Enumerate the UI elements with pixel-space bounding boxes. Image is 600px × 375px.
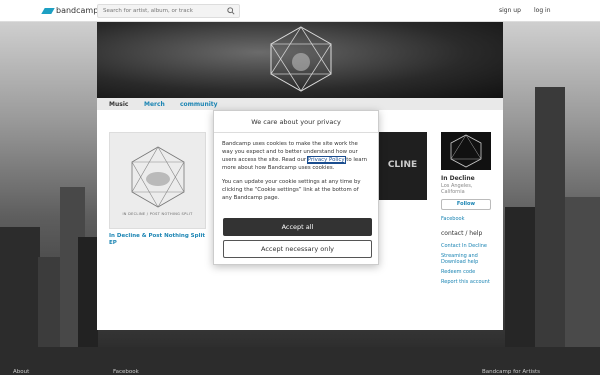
band-location: Los Angeles, California	[441, 183, 473, 195]
album-title-link[interactable]: In Decline & Post Nothing Split EP	[109, 233, 209, 247]
album-cover[interactable]: IN DECLINE / POST NOTHING SPLIT	[109, 132, 206, 229]
accept-necessary-button[interactable]: Accept necessary only	[223, 240, 372, 258]
cookie-description: Bandcamp uses cookies to make the site w…	[222, 141, 368, 171]
footer-facebook-link[interactable]: Facebook	[113, 369, 139, 375]
footer-about-link[interactable]: About	[13, 369, 29, 375]
album-2-cover-text: CLINE	[387, 160, 418, 170]
logo-text: bandcamp	[56, 6, 99, 15]
band-name[interactable]: In Decline	[441, 175, 497, 182]
tab-music[interactable]: Music	[109, 101, 128, 108]
bandcamp-logo-icon	[41, 7, 55, 14]
band-photo[interactable]	[441, 132, 491, 170]
band-sidebar: In Decline Los Angeles, California Follo…	[441, 132, 497, 285]
cookie-settings-note: You can update your cookie settings at a…	[222, 179, 361, 201]
band-photo-emblem-icon	[450, 134, 482, 168]
accept-all-button[interactable]: Accept all	[223, 218, 372, 236]
follow-button[interactable]: Follow	[441, 199, 491, 210]
signup-link[interactable]: sign up	[499, 7, 521, 14]
dialog-title: We care about your privacy	[214, 111, 378, 133]
footer-artists-link[interactable]: Bandcamp for Artists	[482, 369, 540, 375]
cookie-consent-dialog: We care about your privacy Bandcamp uses…	[213, 110, 379, 265]
report-account-link[interactable]: Report this account	[441, 279, 497, 285]
contact-band-link[interactable]: Contact In Decline	[441, 243, 497, 249]
login-link[interactable]: log in	[534, 7, 551, 14]
album-cover-caption: IN DECLINE / POST NOTHING SPLIT	[122, 212, 193, 216]
facebook-link[interactable]: Facebook	[441, 216, 497, 222]
footer: About Facebook Bandcamp for Artists	[0, 347, 600, 375]
contact-help-heading: contact / help	[441, 230, 483, 237]
bandcamp-logo[interactable]: bandcamp	[41, 6, 99, 15]
redeem-code-link[interactable]: Redeem code	[441, 269, 497, 275]
album-cover-2[interactable]: CLINE	[378, 132, 427, 200]
search-input[interactable]	[98, 5, 218, 17]
search-box	[97, 4, 240, 18]
band-header-image	[97, 22, 503, 98]
band-emblem-icon	[270, 26, 332, 92]
tab-bar: Music Merch community	[97, 98, 503, 110]
tab-community[interactable]: community	[180, 101, 218, 108]
streaming-help-link[interactable]: Streaming and Download help	[441, 253, 497, 265]
tab-merch[interactable]: Merch	[144, 101, 165, 108]
privacy-policy-link[interactable]: Privacy Policy	[306, 156, 346, 164]
search-icon[interactable]	[227, 7, 235, 15]
top-bar: bandcamp sign up log in	[0, 0, 600, 22]
